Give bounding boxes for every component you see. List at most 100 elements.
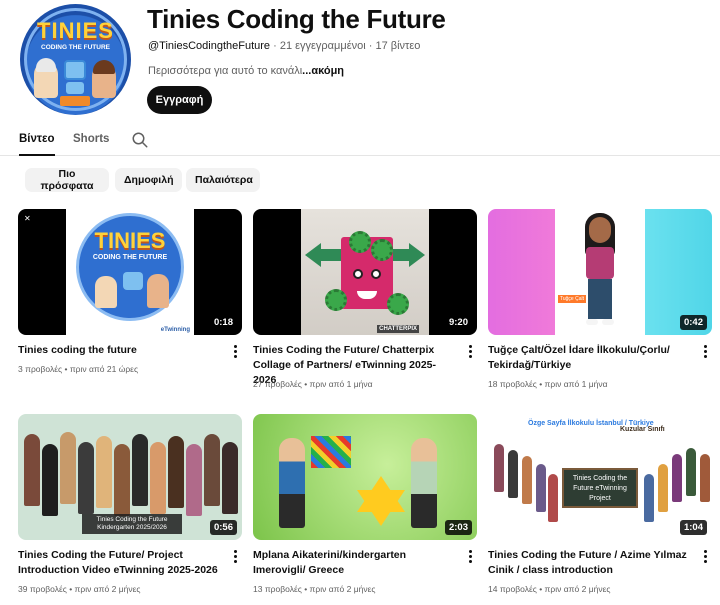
name-tag: Tuğçe Çalt <box>558 295 586 303</box>
avatar-robot-body <box>66 82 84 94</box>
avatar-figure <box>508 450 518 498</box>
channel-more-link[interactable]: ...ακόμη <box>302 65 344 77</box>
video-age: πριν από 1 μήνα <box>544 379 608 389</box>
caption-line: Tinies Coding the Future <box>96 516 168 523</box>
avatar-figure <box>279 438 305 528</box>
active-tab-indicator <box>19 154 55 156</box>
video-duration: 0:42 <box>679 315 707 330</box>
logo-character-boy <box>147 274 169 308</box>
avatar-pants <box>588 279 612 319</box>
avatar-character-girl <box>34 58 58 98</box>
gear-icon <box>371 239 393 261</box>
video-age: πριν από 2 μήνες <box>74 584 141 594</box>
avatar-figure <box>536 464 546 512</box>
video-duration: 0:18 <box>209 315 237 330</box>
arrow-left-shape <box>319 249 343 261</box>
video-thumbnail[interactable]: CHATTERPIX 9:20 <box>253 209 477 335</box>
avatar-figure <box>204 434 220 506</box>
avatar-figure <box>658 464 668 512</box>
subscribe-button[interactable]: Εγγραφή <box>147 86 212 114</box>
video-age: πριν από 21 ώρες <box>69 364 139 374</box>
video-age: πριν από 2 μήνες <box>544 584 611 594</box>
video-thumbnail[interactable]: ✕ TINIES CODING THE FUTURE eTwinning 0:1… <box>18 209 242 335</box>
video-duration: 2:03 <box>444 520 472 535</box>
avatar-figure <box>24 434 40 506</box>
channel-meta: @TiniesCodingtheFuture · 21 εγγεγραμμένο… <box>148 40 420 52</box>
avatar-blocks <box>60 96 90 106</box>
video-meta: 39 προβολές • πριν από 2 μήνες <box>18 584 141 594</box>
video-title[interactable]: Mplana Aikaterini/kindergarten Imerovigl… <box>253 548 458 578</box>
more-vert-icon[interactable] <box>230 344 240 360</box>
video-duration: 9:20 <box>444 315 472 330</box>
channel-description[interactable]: Περισσότερα για αυτό το κανάλι...ακόμη <box>148 65 344 77</box>
avatar-figure <box>186 444 202 516</box>
channel-tabs: Βίντεο Shorts <box>0 126 720 156</box>
avatar-figure <box>672 454 682 502</box>
thumbnail-caption: Tinies Coding the Future Kindergarten 20… <box>82 514 182 534</box>
channel-handle: @TiniesCodingtheFuture <box>148 40 271 52</box>
video-title[interactable]: Tinies Coding the Future / Azime Yılmaz … <box>488 548 693 578</box>
chalkboard: Tinies Coding the Future eTwinning Proje… <box>562 468 638 508</box>
avatar-figure <box>411 438 437 528</box>
gear-icon <box>325 289 347 311</box>
chip-latest[interactable]: Πιο πρόσφατα <box>25 168 109 192</box>
avatar-shoe <box>602 319 614 325</box>
avatar-figure <box>168 436 184 508</box>
arrow-left-head <box>305 243 321 267</box>
avatar-shoe <box>586 319 598 325</box>
avatar-head <box>589 217 611 243</box>
star-icon <box>357 490 405 526</box>
video-title[interactable]: Tuğçe Çalt/Özel İdare İlkokulu/Çorlu/ Te… <box>488 343 693 373</box>
search-icon[interactable] <box>131 131 149 149</box>
channel-stats: · 21 εγγεγραμμένοι · 17 βίντεο <box>270 40 421 52</box>
more-vert-icon[interactable] <box>465 344 475 360</box>
video-views: 14 προβολές <box>488 584 537 594</box>
tab-shorts[interactable]: Shorts <box>73 133 109 145</box>
chatterpix-badge: CHATTERPIX <box>377 325 419 333</box>
logo-subtitle: CODING THE FUTURE <box>92 254 168 261</box>
gear-icon <box>349 231 371 253</box>
video-meta: 3 προβολές • πριν από 21 ώρες <box>18 364 139 374</box>
video-thumbnail[interactable]: 2:03 <box>253 414 477 540</box>
avatar-figure <box>522 456 532 504</box>
video-meta: 27 προβολές • πριν από 1 μήνα <box>253 379 373 389</box>
avatar-figure <box>686 448 696 496</box>
more-vert-icon[interactable] <box>700 549 710 565</box>
more-vert-icon[interactable] <box>230 549 240 565</box>
video-views: 13 προβολές <box>253 584 302 594</box>
video-thumbnail[interactable]: Özge Sayfa İlkokulu İstanbul / Türkiye K… <box>488 414 712 540</box>
colorful-blocks <box>311 436 351 468</box>
logo-title: TINIES <box>94 228 166 253</box>
avatar-figure <box>132 434 148 506</box>
avatar-robot <box>64 60 86 80</box>
logo-robot <box>123 272 143 290</box>
more-vert-icon[interactable] <box>465 549 475 565</box>
avatar-figure <box>114 444 130 516</box>
video-views: 3 προβολές <box>18 364 63 374</box>
chip-oldest[interactable]: Παλαιότερα <box>186 168 260 192</box>
video-meta: 14 προβολές • πριν από 2 μήνες <box>488 584 611 594</box>
etwinning-badge: eTwinning <box>160 327 190 333</box>
class-name: Kuzular Sınıfı <box>620 426 665 433</box>
avatar-figure <box>222 442 238 514</box>
more-vert-icon[interactable] <box>700 344 710 360</box>
tab-videos[interactable]: Βίντεο <box>19 133 55 145</box>
video-duration: 1:04 <box>679 520 707 535</box>
avatar-character-boy <box>92 60 116 98</box>
avatar-figure <box>78 442 94 514</box>
video-views: 18 προβολές <box>488 379 537 389</box>
video-duration: 0:56 <box>209 520 237 535</box>
avatar-figure <box>96 436 112 508</box>
channel-avatar[interactable]: TINIES CODING THE FUTURE <box>20 4 131 115</box>
video-thumbnail[interactable]: Tuğçe Çalt 0:42 <box>488 209 712 335</box>
chip-popular[interactable]: Δημοφιλή <box>115 168 182 192</box>
robot-eye <box>353 269 363 279</box>
video-thumbnail[interactable]: Tinies Coding the Future Kindergarten 20… <box>18 414 242 540</box>
video-title[interactable]: Tinies Coding the Future/ Project Introd… <box>18 548 223 578</box>
avatar-figure <box>700 454 710 502</box>
video-title[interactable]: Tinies coding the future <box>18 343 223 358</box>
avatar-figure <box>644 474 654 522</box>
video-age: πριν από 2 μήνες <box>309 584 376 594</box>
thumbnail-logo: TINIES CODING THE FUTURE eTwinning <box>66 209 194 335</box>
avatar-shirt <box>586 247 614 279</box>
